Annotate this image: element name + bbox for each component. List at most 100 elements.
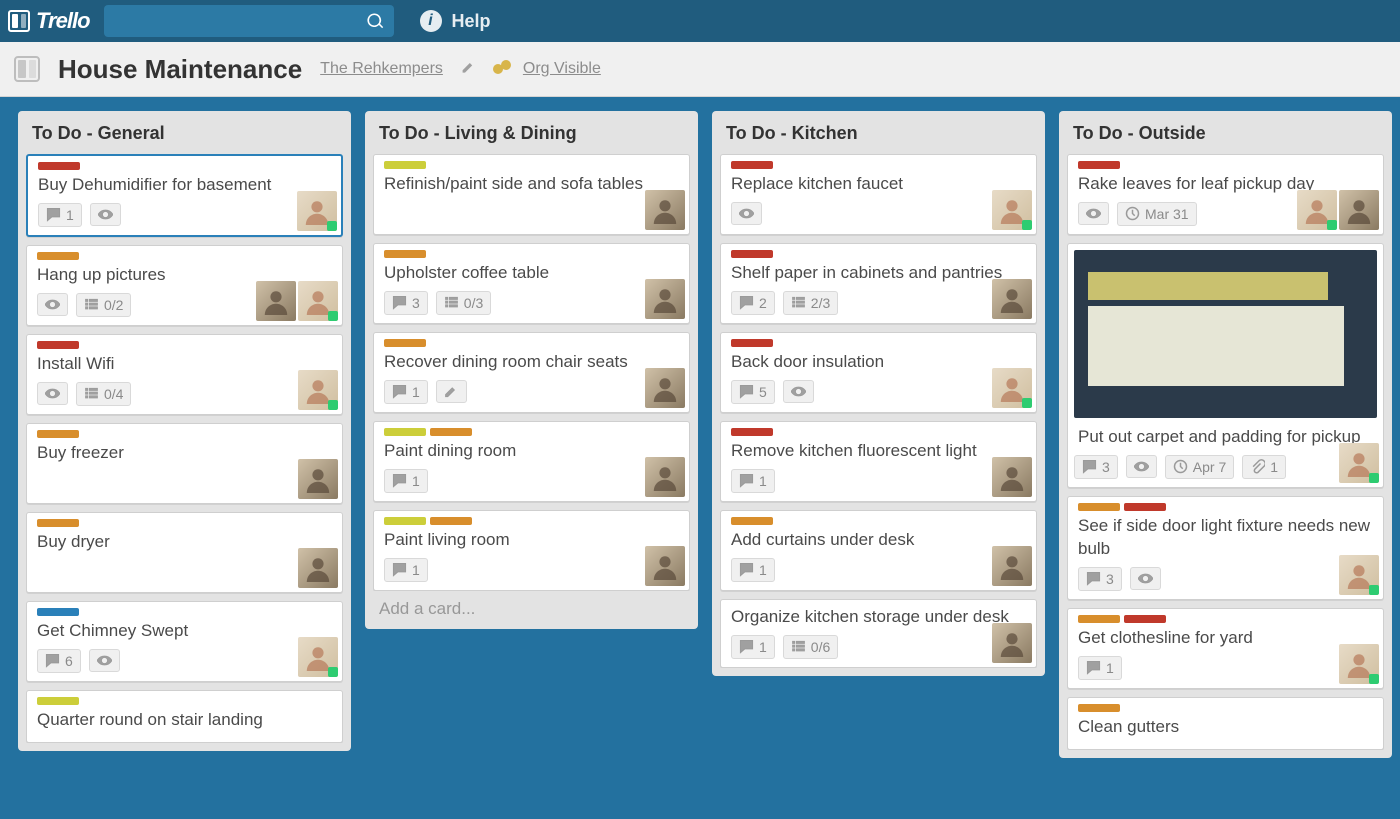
card-labels	[384, 428, 679, 436]
board-canvas[interactable]: To Do - General Buy Dehumidifier for bas…	[0, 97, 1400, 819]
due-badge: Apr 7	[1165, 455, 1234, 479]
search-input[interactable]	[104, 5, 356, 37]
card-members	[992, 457, 1032, 497]
card[interactable]: Shelf paper in cabinets and pantries 2 2…	[720, 243, 1037, 324]
card-title: Organize kitchen storage under desk	[731, 606, 1026, 629]
card-labels	[37, 519, 332, 527]
card-title: Add curtains under desk	[731, 529, 1026, 552]
card[interactable]: Put out carpet and padding for pickup 3 …	[1067, 243, 1384, 488]
list-title[interactable]: To Do - Living & Dining	[373, 119, 690, 154]
card[interactable]: Rake leaves for leaf pickup day Mar 31	[1067, 154, 1384, 235]
card[interactable]: Buy dryer	[26, 512, 343, 593]
member-avatar[interactable]	[298, 548, 338, 588]
member-avatar[interactable]	[645, 279, 685, 319]
card[interactable]: Get Chimney Swept 6	[26, 601, 343, 682]
member-avatar[interactable]	[992, 546, 1032, 586]
card[interactable]: Back door insulation 5	[720, 332, 1037, 413]
card-title: Paint dining room	[384, 440, 679, 463]
card-labels	[37, 252, 332, 260]
member-avatar[interactable]	[992, 623, 1032, 663]
member-avatar[interactable]	[645, 546, 685, 586]
card[interactable]: Get clothesline for yard 1	[1067, 608, 1384, 689]
comments-badge: 1	[384, 558, 428, 582]
card[interactable]: Hang up pictures 0/2	[26, 245, 343, 326]
list-title[interactable]: To Do - Outside	[1067, 119, 1384, 154]
card-labels	[731, 161, 1026, 169]
card-members	[1339, 443, 1379, 483]
member-avatar[interactable]	[1339, 555, 1379, 595]
list-title[interactable]: To Do - Kitchen	[720, 119, 1037, 154]
card-title: Get clothesline for yard	[1078, 627, 1373, 650]
card[interactable]: Remove kitchen fluorescent light 1	[720, 421, 1037, 502]
list-icon	[791, 295, 806, 310]
comments-badge: 1	[384, 469, 428, 493]
member-avatar[interactable]	[992, 457, 1032, 497]
member-avatar[interactable]	[992, 279, 1032, 319]
board-title: House Maintenance	[58, 54, 302, 85]
watch-badge	[1078, 202, 1109, 225]
comments-badge: 1	[38, 203, 82, 227]
label-red	[1124, 503, 1166, 511]
eye-icon	[739, 206, 754, 221]
member-avatar[interactable]	[298, 459, 338, 499]
card-members	[298, 548, 338, 588]
card[interactable]: Quarter round on stair landing	[26, 690, 343, 743]
card[interactable]: Refinish/paint side and sofa tables	[373, 154, 690, 235]
help-button[interactable]: i Help	[420, 10, 491, 32]
card-labels	[37, 608, 332, 616]
card-labels	[384, 339, 679, 347]
add-card-button[interactable]: Add a card...	[373, 591, 690, 621]
list-title[interactable]: To Do - General	[26, 119, 343, 154]
card[interactable]: Replace kitchen faucet	[720, 154, 1037, 235]
member-avatar[interactable]	[1339, 644, 1379, 684]
card-title: Put out carpet and padding for pickup	[1074, 426, 1377, 449]
member-avatar[interactable]	[992, 368, 1032, 408]
member-avatar[interactable]	[1297, 190, 1337, 230]
member-avatar[interactable]	[297, 191, 337, 231]
label-red	[731, 161, 773, 169]
card[interactable]: Clean gutters	[1067, 697, 1384, 750]
card[interactable]: Organize kitchen storage under desk 1 0/…	[720, 599, 1037, 668]
card[interactable]: Install Wifi 0/4	[26, 334, 343, 415]
card[interactable]: See if side door light fixture needs new…	[1067, 496, 1384, 600]
member-avatar[interactable]	[298, 281, 338, 321]
card-badges: 1	[731, 556, 1026, 584]
logo[interactable]: Trello	[8, 8, 90, 34]
list: To Do - Living & Dining Refinish/paint s…	[365, 111, 698, 629]
rename-button[interactable]	[461, 59, 477, 80]
member-avatar[interactable]	[645, 190, 685, 230]
member-avatar[interactable]	[1339, 190, 1379, 230]
comment-icon	[739, 295, 754, 310]
card-members	[992, 368, 1032, 408]
card-badges	[37, 558, 332, 586]
logo-text: Trello	[36, 8, 90, 34]
label-orange	[1078, 503, 1120, 511]
member-avatar[interactable]	[298, 637, 338, 677]
card[interactable]: Add curtains under desk 1	[720, 510, 1037, 591]
member-avatar[interactable]	[256, 281, 296, 321]
comment-icon	[739, 473, 754, 488]
card[interactable]: Upholster coffee table 3 0/3	[373, 243, 690, 324]
board-org-link[interactable]: The Rehkempers	[320, 60, 443, 78]
card[interactable]: Buy Dehumidifier for basement 1	[26, 154, 343, 237]
comments-badge: 1	[731, 469, 775, 493]
person-icon	[651, 196, 679, 224]
card[interactable]: Paint dining room 1	[373, 421, 690, 502]
card-members	[298, 637, 338, 677]
card[interactable]: Paint living room 1	[373, 510, 690, 591]
search-button[interactable]	[356, 5, 394, 37]
member-avatar[interactable]	[1339, 443, 1379, 483]
card-labels	[1078, 615, 1373, 623]
card-labels	[37, 341, 332, 349]
list-cards: Buy Dehumidifier for basement 1 Hang up …	[26, 154, 343, 743]
card[interactable]: Recover dining room chair seats 1	[373, 332, 690, 413]
member-avatar[interactable]	[645, 457, 685, 497]
visibility-button[interactable]: Org Visible	[495, 60, 601, 78]
comments-badge: 1	[731, 635, 775, 659]
card-badges: 6	[37, 647, 332, 675]
topbar: Trello i Help	[0, 0, 1400, 42]
member-avatar[interactable]	[298, 370, 338, 410]
member-avatar[interactable]	[992, 190, 1032, 230]
member-avatar[interactable]	[645, 368, 685, 408]
card[interactable]: Buy freezer	[26, 423, 343, 504]
